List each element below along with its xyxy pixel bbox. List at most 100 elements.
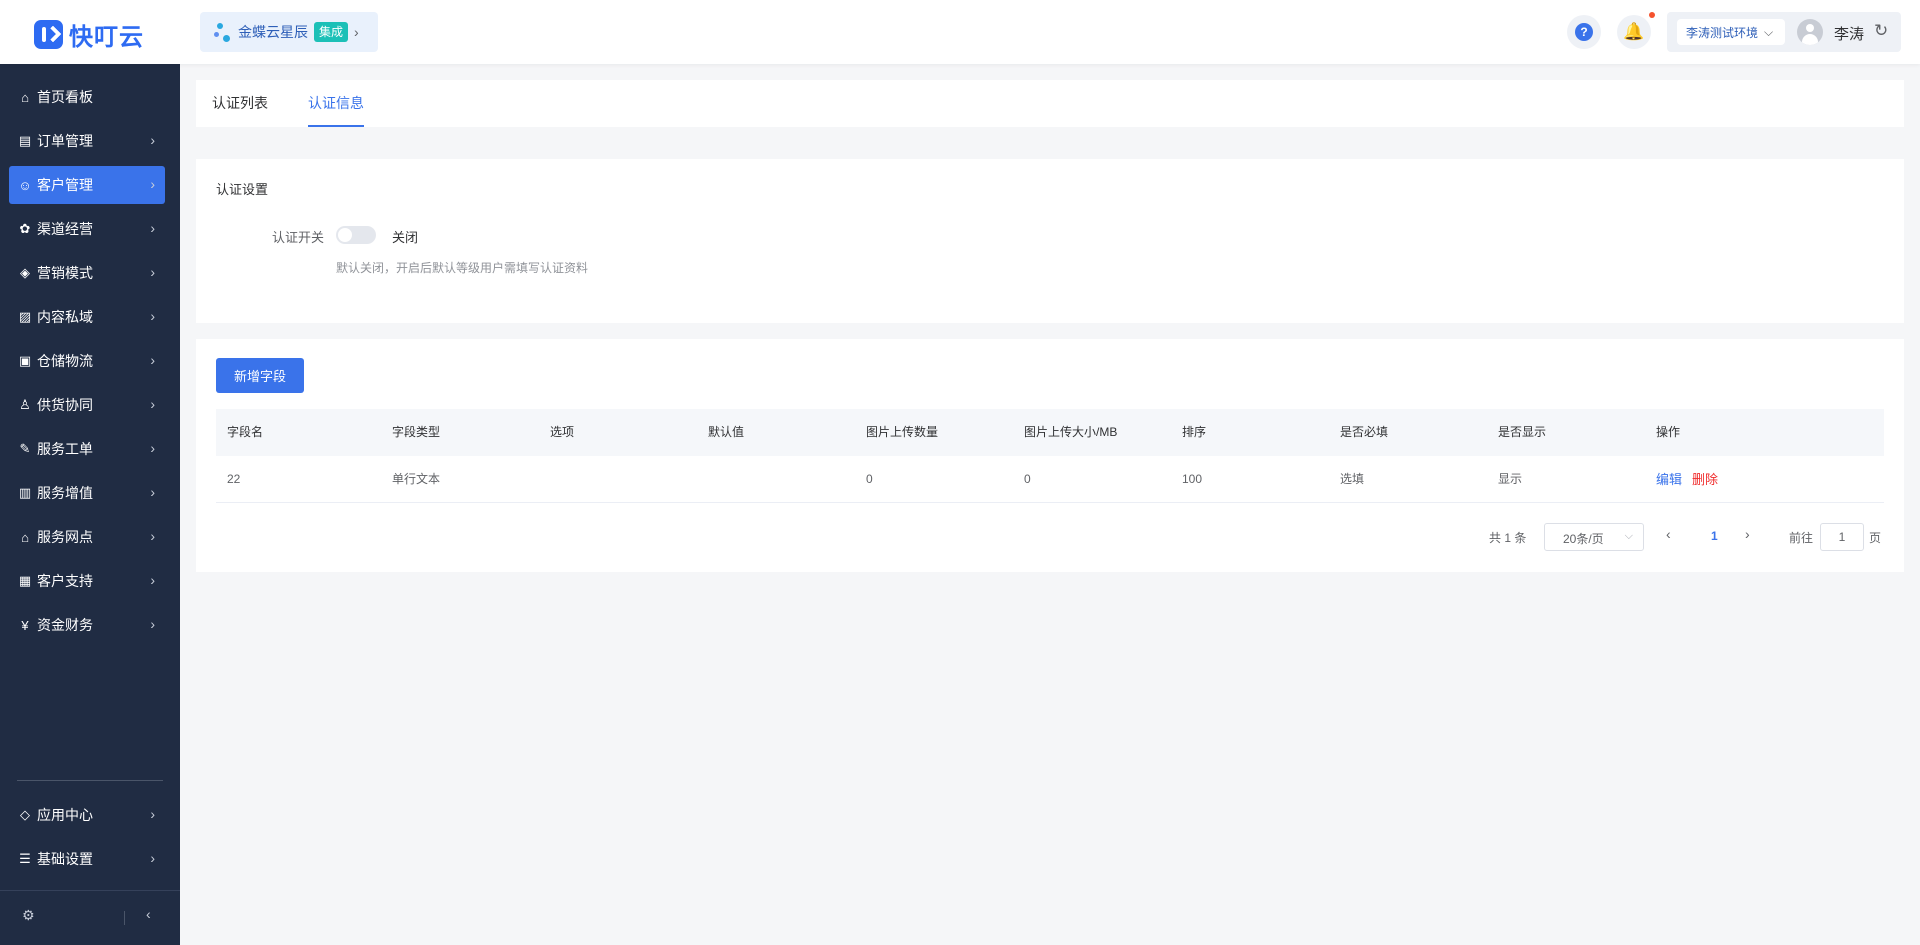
sidebar-item-label: 仓储物流 bbox=[37, 353, 93, 369]
page-number[interactable]: 1 bbox=[1711, 529, 1718, 543]
chevron-right-icon: › bbox=[150, 220, 155, 236]
goto-unit: 页 bbox=[1869, 531, 1882, 545]
page-size-select[interactable]: 20条/页 ⌵ bbox=[1544, 523, 1644, 551]
chevron-right-icon: › bbox=[150, 396, 155, 412]
chevron-right-icon: › bbox=[354, 24, 359, 40]
edit-link[interactable]: 编辑 bbox=[1656, 472, 1682, 487]
chevron-right-icon: › bbox=[150, 264, 155, 280]
next-page-button[interactable]: › bbox=[1745, 526, 1750, 542]
store-icon: ⌂ bbox=[21, 529, 29, 545]
sidebar-item-label: 供货协同 bbox=[37, 397, 93, 413]
cell-visible: 显示 bbox=[1498, 472, 1523, 486]
help-button[interactable]: ? bbox=[1567, 15, 1601, 49]
goto-page-input[interactable] bbox=[1820, 523, 1864, 551]
chevron-down-icon: ⌵ bbox=[1764, 24, 1774, 39]
chevron-right-icon: › bbox=[150, 528, 155, 544]
user-icon: ☺ bbox=[18, 177, 32, 193]
pagination: 共 1 条 20条/页 ⌵ ‹ 1 › 前往 页 bbox=[196, 521, 1904, 551]
collapse-sidebar-icon[interactable]: ‹ bbox=[146, 906, 151, 922]
goto-label: 前往 bbox=[1789, 531, 1814, 545]
cell-field-type: 单行文本 bbox=[392, 472, 441, 486]
chevron-right-icon: › bbox=[150, 572, 155, 588]
column-header: 图片上传数量 bbox=[866, 425, 939, 439]
environment-select[interactable]: 李涛测试环境 ⌵ bbox=[1677, 19, 1785, 45]
column-header: 是否显示 bbox=[1498, 425, 1547, 439]
fields-card: 新增字段 字段名 字段类型 选项 默认值 图片上传数量 图片上传大小/MB 排序 是否必填 是否… bbox=[196, 339, 1904, 572]
auth-switch-label: 认证开关 bbox=[272, 230, 325, 245]
fields-table: 字段名 字段类型 选项 默认值 图片上传数量 图片上传大小/MB 排序 是否必填 是否显示 操作 … bbox=[216, 409, 1884, 503]
tabs-bar: 认证列表 认证信息 bbox=[196, 80, 1904, 127]
sidebar-item-label: 营销模式 bbox=[37, 265, 93, 281]
sidebar-item-0[interactable]: ◇ 应用中心 › bbox=[9, 796, 165, 834]
gear-icon[interactable]: ⚙ bbox=[22, 907, 35, 924]
cell-required: 选填 bbox=[1340, 472, 1365, 486]
sidebar-item-label: 订单管理 bbox=[37, 133, 93, 149]
sidebar-item-11[interactable]: ▦ 客户支持 › bbox=[9, 562, 165, 600]
sidebar-item-label: 服务增值 bbox=[37, 485, 93, 501]
warehouse-icon: ▣ bbox=[18, 353, 32, 368]
sidebar-item-1[interactable]: ☰ 基础设置 › bbox=[9, 840, 165, 878]
sidebar-item-6[interactable]: ▣ 仓储物流 › bbox=[9, 342, 165, 380]
product-name: 金蝶云星辰 bbox=[238, 24, 308, 40]
chevron-right-icon: › bbox=[150, 850, 155, 866]
app-logo[interactable]: 快叮云 bbox=[34, 17, 144, 52]
bell-icon: 🔔 bbox=[1623, 22, 1645, 41]
tab-auth-info[interactable]: 认证信息 bbox=[308, 80, 364, 127]
product-switcher[interactable]: 金蝶云星辰 集成 › bbox=[200, 12, 378, 52]
sidebar-divider bbox=[17, 780, 163, 781]
avatar[interactable] bbox=[1797, 19, 1823, 45]
supply-icon: ♙ bbox=[19, 397, 31, 412]
chevron-down-icon: ⌵ bbox=[1624, 530, 1633, 542]
environment-select-value: 李涛测试环境 bbox=[1686, 25, 1759, 40]
cell-sort: 100 bbox=[1182, 472, 1203, 486]
refresh-icon[interactable]: ↻ bbox=[1874, 21, 1888, 41]
column-header: 图片上传大小/MB bbox=[1024, 425, 1118, 439]
auth-switch-state: 关闭 bbox=[392, 230, 419, 245]
chevron-right-icon: › bbox=[150, 484, 155, 500]
sidebar-item-3[interactable]: ✿ 渠道经营 › bbox=[9, 210, 165, 248]
sidebar-item-label: 客户管理 bbox=[37, 177, 93, 193]
auth-settings-card: 认证设置 认证开关 关闭 默认关闭，开启后默认等级用户需填写认证资料 bbox=[196, 159, 1904, 323]
channel-icon: ✿ bbox=[19, 221, 31, 236]
sidebar-item-0[interactable]: ⌂ 首页看板 bbox=[9, 78, 165, 116]
top-header: 快叮云 金蝶云星辰 集成 › ? 🔔 李涛测试环境 ⌵ 李涛 ↻ bbox=[0, 0, 1920, 64]
add-field-button[interactable]: 新增字段 bbox=[216, 358, 304, 393]
sidebar-item-10[interactable]: ⌂ 服务网点 › bbox=[9, 518, 165, 556]
user-panel: 李涛测试环境 ⌵ 李涛 ↻ bbox=[1667, 12, 1901, 52]
sidebar-item-12[interactable]: ¥ 资金财务 › bbox=[9, 606, 165, 644]
sidebar-item-8[interactable]: ✎ 服务工单 › bbox=[9, 430, 165, 468]
product-badge: 集成 bbox=[314, 22, 349, 42]
notification-button[interactable]: 🔔 bbox=[1617, 15, 1651, 49]
column-header: 排序 bbox=[1182, 425, 1207, 439]
user-name[interactable]: 李涛 bbox=[1834, 23, 1864, 44]
sidebar-item-label: 渠道经营 bbox=[37, 221, 93, 237]
delete-link[interactable]: 删除 bbox=[1692, 472, 1718, 487]
image-icon: ▨ bbox=[18, 309, 32, 324]
cell-image-count: 0 bbox=[866, 472, 873, 486]
auth-switch[interactable] bbox=[336, 226, 376, 244]
sidebar-item-5[interactable]: ▨ 内容私域 › bbox=[9, 298, 165, 336]
column-header: 字段名 bbox=[227, 425, 264, 439]
sidebar: ⌂ 首页看板 ▤ 订单管理 › ☺ 客户管理 › ✿ 渠道经营 › ◈ 营销模式 › ▨ 内容私域 › ▣ 仓储物流… bbox=[0, 64, 180, 945]
page-size-value: 20条/页 bbox=[1563, 532, 1604, 546]
sidebar-item-9[interactable]: ▥ 服务增值 › bbox=[9, 474, 165, 512]
chevron-right-icon: › bbox=[150, 352, 155, 368]
sidebar-item-1[interactable]: ▤ 订单管理 › bbox=[9, 122, 165, 160]
sidebar-item-4[interactable]: ◈ 营销模式 › bbox=[9, 254, 165, 292]
notification-dot bbox=[1649, 12, 1655, 18]
tab-auth-list[interactable]: 认证列表 bbox=[212, 80, 268, 127]
order-icon: ▤ bbox=[18, 133, 32, 148]
sidebar-item-2[interactable]: ☺ 客户管理 › bbox=[9, 166, 165, 204]
sidebar-item-7[interactable]: ♙ 供货协同 › bbox=[9, 386, 165, 424]
support-icon: ▦ bbox=[18, 573, 32, 588]
help-icon: ? bbox=[1575, 23, 1593, 41]
cube-icon: ◇ bbox=[20, 807, 30, 822]
chevron-right-icon: › bbox=[150, 176, 155, 192]
bag-icon: ▥ bbox=[18, 485, 32, 500]
sidebar-item-label: 内容私域 bbox=[37, 309, 93, 325]
cell-actions: 编辑 删除 bbox=[1656, 456, 1718, 503]
section-title: 认证设置 bbox=[216, 182, 269, 197]
sidebar-item-label: 基础设置 bbox=[37, 851, 93, 867]
sidebar-item-label: 资金财务 bbox=[37, 617, 93, 633]
prev-page-button[interactable]: ‹ bbox=[1666, 526, 1671, 542]
